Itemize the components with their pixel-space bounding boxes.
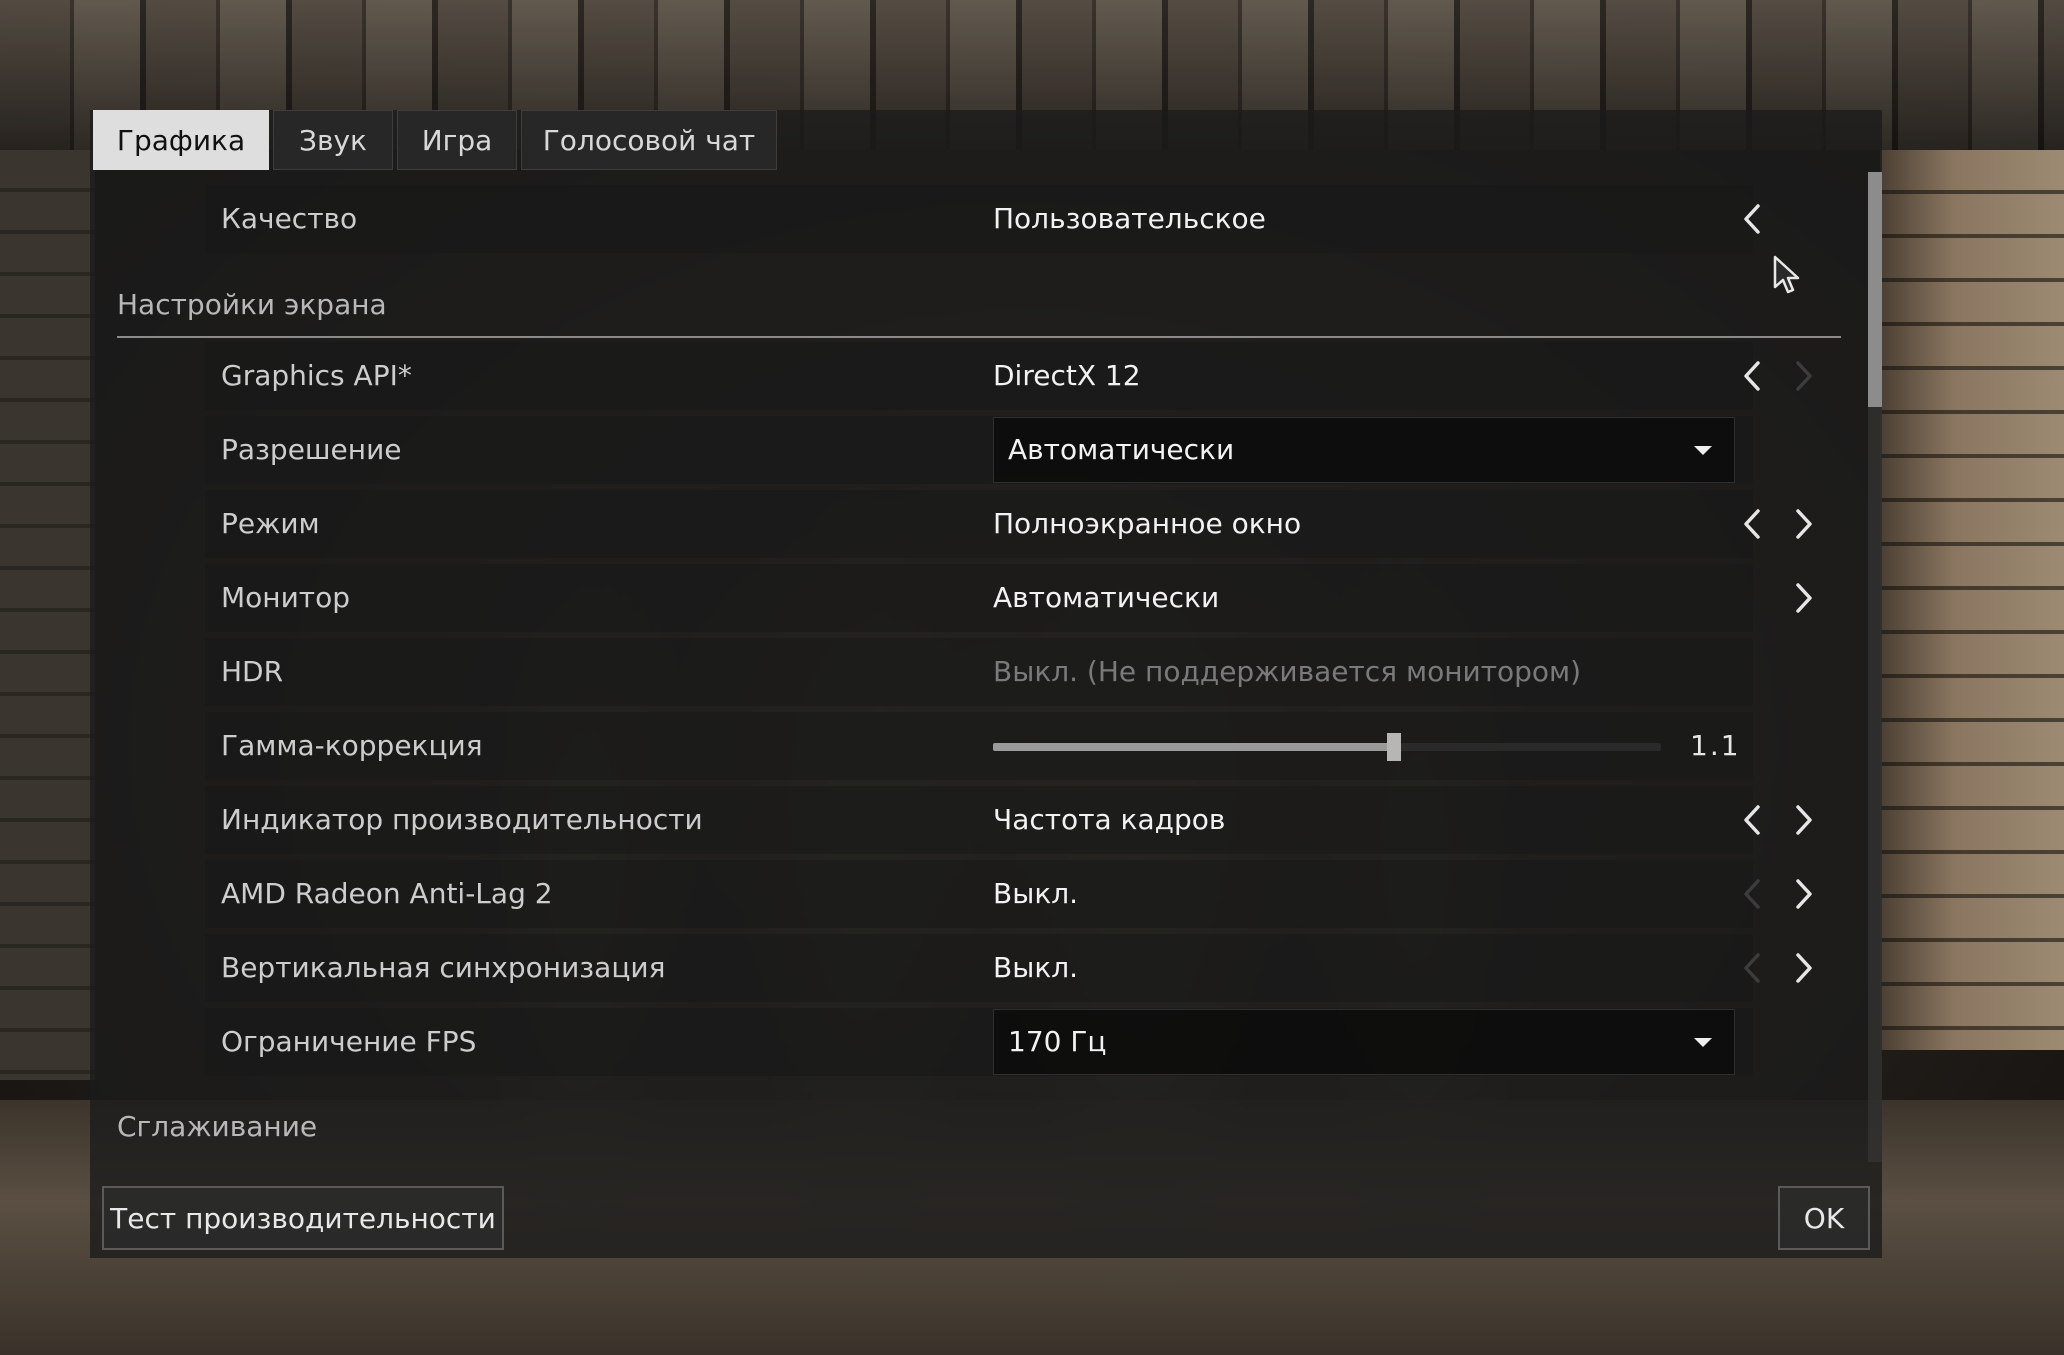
bottom-bar: Тест производительности OK: [90, 1170, 1882, 1258]
setting-value: DirectX 12: [993, 359, 1141, 392]
setting-value: Выкл.: [993, 877, 1079, 910]
slider-fill: [993, 743, 1394, 751]
caret-down-icon: [1694, 1038, 1712, 1047]
slider-value: 1.1: [1690, 729, 1741, 762]
setting-label: Ограничение FPS: [221, 1025, 477, 1058]
chevron-right-icon[interactable]: [1787, 951, 1821, 985]
setting-label: Индикатор производительности: [221, 803, 703, 836]
tab-bar: Графика Звук Игра Голосовой чат: [93, 110, 777, 170]
gamma-slider[interactable]: [993, 733, 1661, 761]
chevron-left-icon[interactable]: [1735, 803, 1769, 837]
background-wall-right: [1880, 150, 2064, 1050]
setting-label: Разрешение: [221, 433, 402, 466]
chevron-right-icon[interactable]: [1787, 507, 1821, 541]
setting-value: Автоматически: [993, 581, 1220, 614]
chevron-right-icon[interactable]: [1787, 877, 1821, 911]
section-title-screen: Настройки экрана: [117, 288, 387, 321]
setting-value: Полноэкранное окно: [993, 507, 1302, 540]
caret-down-icon: [1694, 446, 1712, 455]
section-title-antialiasing: Сглаживание: [117, 1110, 318, 1143]
resolution-dropdown[interactable]: Автоматически: [993, 417, 1735, 483]
tab-graphics[interactable]: Графика: [93, 110, 269, 170]
tab-sound-label: Звук: [299, 123, 367, 157]
setting-row-fps-limit[interactable]: Ограничение FPS 170 Гц: [205, 1008, 1753, 1076]
tab-voice-chat-label: Голосовой чат: [542, 123, 756, 157]
setting-label: HDR: [221, 655, 284, 688]
setting-value: Выкл. (Не поддерживается монитором): [993, 655, 1582, 688]
setting-label: Graphics API*: [221, 359, 412, 392]
tab-game-label: Игра: [421, 123, 493, 157]
slider-handle[interactable]: [1386, 733, 1401, 761]
dropdown-value: 170 Гц: [1008, 1025, 1107, 1058]
settings-scrollbar[interactable]: [1868, 172, 1882, 1162]
ok-button[interactable]: OK: [1778, 1186, 1870, 1250]
fps-limit-dropdown[interactable]: 170 Гц: [993, 1009, 1735, 1075]
setting-row-graphics-api[interactable]: Graphics API* DirectX 12: [205, 342, 1812, 410]
setting-row-performance-indicator[interactable]: Индикатор производительности Частота кад…: [205, 786, 1812, 854]
chevron-right-icon[interactable]: [1787, 581, 1821, 615]
section-divider: [117, 336, 1841, 338]
chevron-right-icon[interactable]: [1787, 803, 1821, 837]
benchmark-button[interactable]: Тест производительности: [102, 1186, 504, 1250]
tab-game[interactable]: Игра: [397, 110, 517, 170]
setting-row-hdr: HDR Выкл. (Не поддерживается монитором): [205, 638, 1753, 706]
setting-row-monitor[interactable]: Монитор Автоматически: [205, 564, 1812, 632]
chevron-left-icon[interactable]: [1735, 951, 1769, 985]
tab-graphics-label: Графика: [116, 123, 246, 157]
chevron-left-icon[interactable]: [1735, 359, 1769, 393]
scrollbar-thumb[interactable]: [1868, 172, 1882, 407]
setting-value: Пользовательское: [993, 202, 1266, 235]
tab-voice-chat[interactable]: Голосовой чат: [521, 110, 777, 170]
setting-label: Режим: [221, 507, 320, 540]
chevron-left-icon[interactable]: [1735, 877, 1769, 911]
setting-row-anti-lag[interactable]: AMD Radeon Anti-Lag 2 Выкл.: [205, 860, 1812, 928]
mouse-cursor-icon: [1773, 255, 1801, 295]
chevron-left-icon[interactable]: [1735, 507, 1769, 541]
setting-value: Выкл.: [993, 951, 1079, 984]
setting-label: Монитор: [221, 581, 351, 614]
setting-row-quality[interactable]: Качество Пользовательское: [205, 185, 1760, 253]
dropdown-value: Автоматически: [1008, 433, 1235, 466]
setting-label: Вертикальная синхронизация: [221, 951, 666, 984]
setting-row-resolution[interactable]: Разрешение Автоматически: [205, 416, 1753, 484]
setting-row-mode[interactable]: Режим Полноэкранное окно: [205, 490, 1812, 558]
tab-sound[interactable]: Звук: [273, 110, 393, 170]
setting-row-vsync[interactable]: Вертикальная синхронизация Выкл.: [205, 934, 1812, 1002]
setting-label: Качество: [221, 202, 358, 235]
setting-label: AMD Radeon Anti-Lag 2: [221, 877, 553, 910]
setting-row-gamma[interactable]: Гамма-коррекция 1.1: [205, 712, 1753, 780]
setting-label: Гамма-коррекция: [221, 729, 483, 762]
chevron-right-icon[interactable]: [1787, 359, 1821, 393]
chevron-left-icon[interactable]: [1735, 202, 1769, 236]
settings-list: Качество Пользовательское Настройки экра…: [90, 170, 1866, 1155]
setting-value: Частота кадров: [993, 803, 1226, 836]
background-wall-left: [0, 150, 95, 1080]
